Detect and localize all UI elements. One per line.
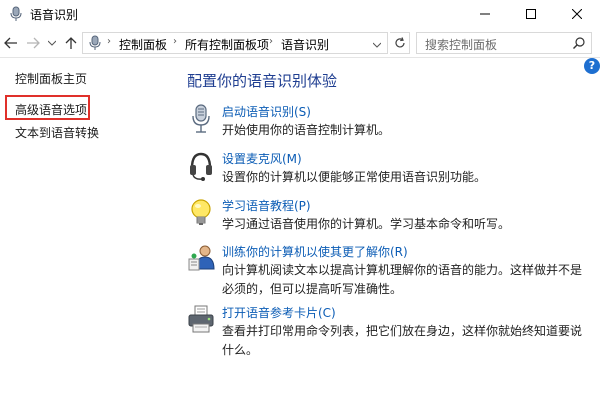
user-training-icon [187, 243, 215, 275]
minimize-button[interactable] [462, 0, 508, 28]
microphone-app-icon [8, 6, 24, 22]
microphone-location-icon [88, 35, 102, 51]
close-button[interactable] [554, 0, 600, 28]
breadcrumb-separator-icon: › [173, 36, 177, 47]
lightbulb-icon [187, 197, 215, 229]
page-title: 配置你的语音识别体验 [187, 72, 338, 90]
address-bar[interactable]: › 控制面板 › 所有控制面板项 › 语音识别 [82, 32, 388, 54]
task-description: 开始使用你的语音控制计算机。 [222, 123, 391, 137]
breadcrumb-speech-recognition[interactable]: 语音识别 [281, 36, 329, 53]
headset-icon [187, 150, 215, 182]
search-icon[interactable] [573, 37, 585, 49]
breadcrumb-all-items[interactable]: 所有控制面板项 [185, 36, 269, 53]
task-link[interactable]: 打开语音参考卡片(C) [222, 304, 336, 321]
task-description: 学习通过语音使用你的计算机。学习基本命令和听写。 [222, 217, 511, 231]
task-description: 向计算机阅读文本以提高计算机理解你的语音的能力。这样做并不是必须的，但可以提高听… [222, 263, 583, 296]
maximize-button[interactable] [508, 0, 554, 28]
search-placeholder: 搜索控制面板 [425, 38, 498, 52]
forward-button[interactable] [24, 33, 42, 53]
printer-icon [187, 304, 215, 336]
refresh-button[interactable] [390, 32, 410, 54]
breadcrumb-control-panel[interactable]: 控制面板 [119, 36, 167, 53]
breadcrumb-separator-icon: › [269, 36, 273, 47]
window-title: 语音识别 [30, 8, 79, 22]
navigation-bar: › 控制面板 › 所有控制面板项 › 语音识别 搜索控制面板 [0, 28, 600, 58]
task-link[interactable]: 训练你的计算机以使其更了解你(R) [222, 243, 408, 260]
address-dropdown-icon[interactable] [372, 37, 383, 49]
title-bar: 语音识别 [0, 0, 600, 28]
breadcrumb-separator-icon: › [107, 36, 111, 47]
highlight-annotation [5, 95, 90, 120]
recent-locations-dropdown[interactable] [46, 33, 58, 53]
task-link[interactable]: 设置麦克风(M) [222, 150, 302, 167]
up-button[interactable] [62, 33, 80, 53]
task-description: 设置你的计算机以便能够正常使用语音识别功能。 [222, 170, 487, 184]
search-input[interactable]: 搜索控制面板 [416, 32, 592, 54]
sidebar-item-text-to-speech[interactable]: 文本到语音转换 [15, 124, 99, 141]
sidebar-item-control-panel-home[interactable]: 控制面板主页 [15, 70, 87, 87]
back-button[interactable] [2, 33, 20, 53]
task-link[interactable]: 学习语音教程(P) [222, 197, 311, 214]
microphone-icon [187, 103, 215, 135]
help-icon[interactable]: ? [584, 58, 600, 74]
task-link[interactable]: 启动语音识别(S) [222, 103, 311, 120]
task-description: 查看并打印常用命令列表，把它们放在身边，这样你就始终知道要说什么。 [222, 324, 583, 357]
